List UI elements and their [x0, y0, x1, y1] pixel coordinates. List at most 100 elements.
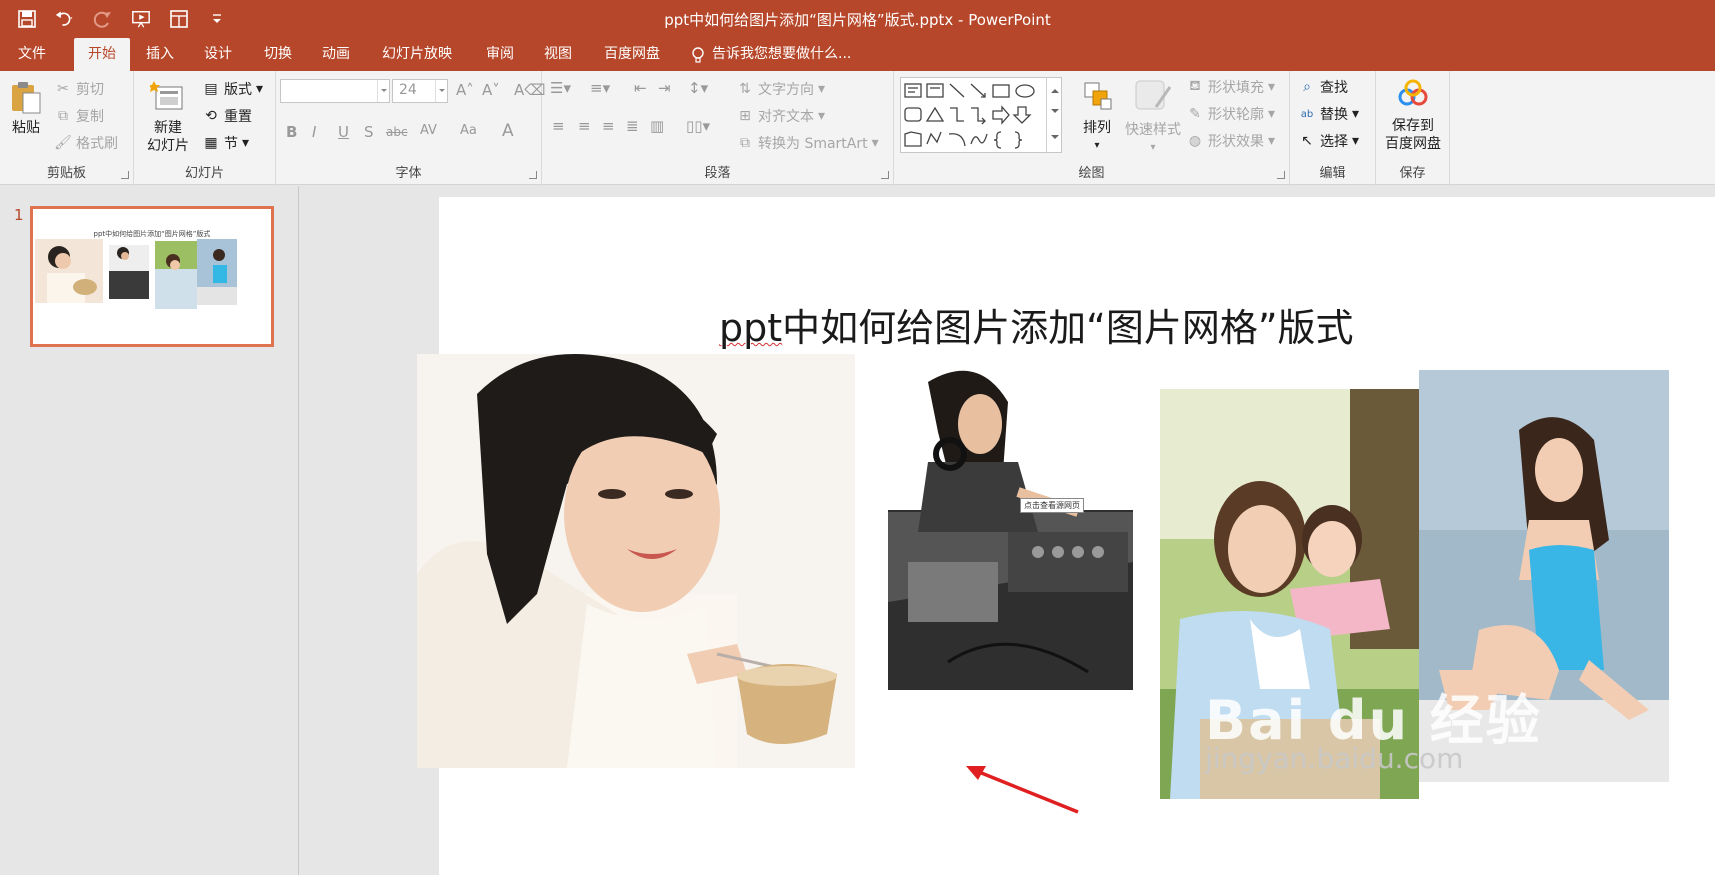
tell-me-text: 告诉我您想要做什么... — [712, 46, 852, 62]
tab-insert[interactable]: 插入 — [132, 38, 188, 71]
group-paragraph: ☰▾ ≡▾ ⇤ ⇥ ↕▾ ≡ ≡ ≡ ≣ ▥ ▯▯▾ ⇅ 文字方向 ▾ ⊞ 对齐文本 ▾… — [542, 71, 894, 185]
decrease-indent-icon[interactable]: ⇤ — [634, 79, 647, 97]
change-case-button[interactable]: Aa — [460, 123, 477, 138]
align-text-icon: ⊞ — [739, 108, 751, 124]
drawing-launcher[interactable] — [1277, 171, 1285, 179]
slide-title[interactable]: ppt中如何给图片添加“图片网格”版式 — [719, 297, 1479, 352]
tab-animations[interactable]: 动画 — [308, 38, 364, 71]
quick-styles-button[interactable]: 快速样式 ▾ — [1120, 77, 1186, 157]
bullets-icon[interactable]: ☰▾ — [550, 79, 571, 97]
group-editing: ⌕ 查找 ab 替换 ▾ ↖ 选择 ▾ 编辑 — [1290, 71, 1376, 185]
select-button[interactable]: ↖ 选择 ▾ — [1298, 131, 1359, 151]
paint-bucket-icon: ⛾ — [1189, 78, 1201, 94]
format-painter-icon: 🖌 — [54, 135, 72, 151]
tell-me-box[interactable]: 告诉我您想要做什么... — [690, 38, 851, 71]
chevron-down-icon[interactable] — [377, 80, 389, 102]
shape-outline-button[interactable]: ✎ 形状轮廓 ▾ — [1186, 104, 1275, 124]
editing-group-label: 编辑 — [1319, 166, 1346, 181]
character-spacing-button[interactable]: AV — [420, 123, 437, 138]
tab-slideshow[interactable]: 幻灯片放映 — [368, 38, 466, 71]
find-button[interactable]: ⌕ 查找 — [1298, 77, 1348, 97]
grow-font-icon[interactable]: A˄ — [456, 81, 474, 99]
shape-fill-button[interactable]: ⛾ 形状填充 ▾ — [1186, 77, 1275, 97]
chevron-up-icon[interactable] — [1051, 85, 1059, 93]
copy-icon: ⧉ — [58, 108, 68, 124]
shrink-font-icon[interactable]: A˅ — [482, 81, 500, 99]
title-bar: ppt中如何给图片添加“图片网格”版式.pptx - PowerPoint — [0, 0, 1715, 38]
replace-button[interactable]: ab 替换 ▾ — [1298, 104, 1359, 124]
clear-formatting-icon[interactable]: A⌫ — [514, 81, 545, 99]
underline-button[interactable]: U — [338, 123, 349, 141]
more-icon[interactable] — [1051, 135, 1059, 143]
tooltip-view-source[interactable]: 点击查看源网页 — [1020, 498, 1084, 513]
align-center-icon[interactable]: ≡ — [578, 117, 591, 135]
justify-icon[interactable]: ≣ — [626, 117, 639, 135]
distributed-icon[interactable]: ▥ — [650, 117, 664, 135]
tab-file[interactable]: 文件 — [4, 38, 60, 71]
scissors-icon: ✂ — [57, 81, 69, 97]
text-direction-icon: ⇅ — [739, 81, 751, 97]
font-launcher[interactable] — [529, 171, 537, 179]
columns-icon[interactable]: ▯▯▾ — [686, 117, 710, 135]
increase-indent-icon[interactable]: ⇥ — [658, 79, 671, 97]
shapes-gallery-scroll[interactable] — [1046, 77, 1062, 153]
align-text-button[interactable]: ⊞ 对齐文本 ▾ — [736, 106, 825, 126]
photo-dj[interactable]: 点击查看源网页 — [888, 362, 1133, 690]
font-group-label: 字体 — [395, 166, 422, 181]
cut-button[interactable]: ✂ 剪切 — [54, 79, 104, 99]
shape-effects-button[interactable]: ◍ 形状效果 ▾ — [1186, 131, 1275, 151]
section-icon: ▦ — [204, 135, 218, 151]
photo-woman-cup[interactable] — [417, 354, 855, 768]
clipboard-launcher[interactable] — [121, 171, 129, 179]
ribbon: 粘贴 ✂ 剪切 ⧉ 复制 🖌 格式刷 剪贴板 新建 幻灯片 ▤ 版式 ▾ ⟲ 重置 ▦ 节 ▾ … — [0, 71, 1715, 185]
slide-title-prefix: ppt — [719, 306, 783, 350]
slide-thumbnail[interactable]: ppt中如何给图片添加“图片网格”版式 — [30, 206, 274, 347]
text-direction-button[interactable]: ⇅ 文字方向 ▾ — [736, 79, 825, 99]
tab-baidu-netdisk[interactable]: 百度网盘 — [590, 38, 674, 71]
baidu-watermark-url: jingyan.baidu.com — [1205, 742, 1464, 775]
paste-icon — [12, 82, 41, 114]
font-name-combobox[interactable] — [280, 79, 390, 103]
slides-panel: 1 ppt中如何给图片添加“图片网格”版式 — [0, 186, 299, 875]
section-button[interactable]: ▦ 节 ▾ — [202, 133, 249, 153]
photo-woman-cup-image — [417, 354, 855, 768]
tab-transitions[interactable]: 切换 — [250, 38, 306, 71]
line-spacing-icon[interactable]: ↕▾ — [688, 79, 708, 97]
save-to-baidu-button[interactable]: 保存到 百度网盘 — [1378, 77, 1448, 153]
clipboard-group-label: 剪贴板 — [46, 166, 86, 181]
pencil-icon: ✎ — [1189, 106, 1201, 122]
tab-view[interactable]: 视图 — [530, 38, 586, 71]
shadow-button[interactable]: S — [364, 123, 374, 141]
cursor-icon: ↖ — [1301, 133, 1313, 149]
align-left-icon[interactable]: ≡ — [552, 117, 565, 135]
layout-button[interactable]: ▤ 版式 ▾ — [202, 79, 263, 99]
format-painter-button[interactable]: 🖌 格式刷 — [54, 133, 118, 153]
tab-design[interactable]: 设计 — [190, 38, 246, 71]
strikethrough-button[interactable]: abc — [386, 125, 408, 139]
font-color-button[interactable]: A — [502, 121, 514, 141]
align-right-icon[interactable]: ≡ — [602, 117, 615, 135]
bold-button[interactable]: B — [286, 123, 297, 141]
layout-icon: ▤ — [204, 81, 218, 97]
italic-button[interactable]: I — [312, 123, 316, 141]
new-slide-button[interactable]: 新建 幻灯片 — [138, 79, 198, 155]
arrange-button[interactable]: 排列 ▾ — [1072, 79, 1122, 155]
chevron-down-icon[interactable] — [1051, 109, 1059, 117]
group-clipboard: 粘贴 ✂ 剪切 ⧉ 复制 🖌 格式刷 剪贴板 — [0, 71, 134, 185]
window-title: ppt中如何给图片添加“图片网格”版式.pptx - PowerPoint — [664, 11, 1051, 29]
thumbnail-photos — [35, 239, 237, 309]
tab-review[interactable]: 审阅 — [472, 38, 528, 71]
lightbulb-icon — [692, 46, 704, 63]
tab-home[interactable]: 开始 — [74, 38, 130, 71]
chevron-down-icon[interactable] — [435, 80, 447, 102]
convert-smartart-button[interactable]: ⧉ 转换为 SmartArt ▾ — [736, 133, 879, 153]
shapes-gallery[interactable] — [900, 77, 1062, 153]
numbering-icon[interactable]: ≡▾ — [590, 79, 610, 97]
copy-button[interactable]: ⧉ 复制 — [54, 106, 104, 126]
paste-button[interactable]: 粘贴 — [6, 79, 46, 137]
powerpoint-window: ppt中如何给图片添加“图片网格”版式.pptx - PowerPoint 文件… — [0, 0, 1715, 875]
paragraph-launcher[interactable] — [881, 171, 889, 179]
save-group-label: 保存 — [1399, 166, 1426, 181]
reset-button[interactable]: ⟲ 重置 — [202, 106, 252, 126]
font-size-combobox[interactable]: 24 — [392, 79, 448, 103]
